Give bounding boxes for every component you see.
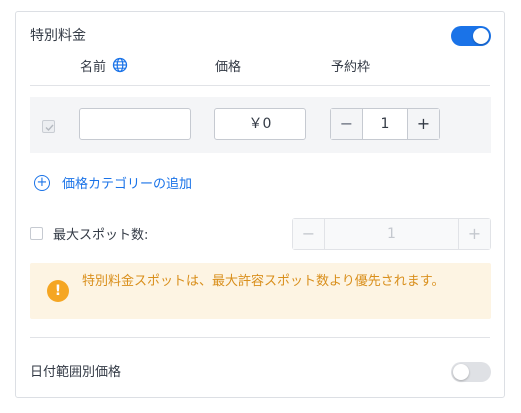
- quota-increment-button[interactable]: +: [407, 109, 439, 139]
- notice-text: 特別料金スポットは、最大許容スポット数より優先されます。: [82, 274, 445, 289]
- pricing-row: ￥0 − 1 +: [30, 97, 491, 153]
- date-range-pricing-toggle[interactable]: [451, 362, 491, 382]
- quota-value[interactable]: 1: [363, 109, 407, 139]
- date-range-pricing-label: 日付範囲別価格: [30, 365, 122, 380]
- max-spots-label: 最大スポット数:: [53, 228, 149, 243]
- quota-decrement-button[interactable]: −: [331, 109, 363, 139]
- toggle-knob: [473, 28, 489, 44]
- special-pricing-title: 特別料金: [30, 28, 86, 44]
- divider: [30, 85, 490, 86]
- globe-icon[interactable]: [112, 57, 128, 73]
- divider: [30, 337, 490, 338]
- max-spots-checkbox[interactable]: [30, 227, 43, 240]
- row-checkbox[interactable]: [42, 120, 55, 133]
- max-spots-stepper: − 1 +: [292, 218, 491, 250]
- toggle-knob: [453, 364, 469, 380]
- column-header-quota: 予約枠: [331, 60, 371, 75]
- add-price-category-label: 価格カテゴリーの追加: [62, 177, 193, 192]
- add-circle-icon: +: [34, 174, 50, 191]
- column-header-name: 名前: [80, 60, 107, 75]
- priority-notice: ! 特別料金スポットは、最大許容スポット数より優先されます。: [30, 263, 491, 319]
- price-input[interactable]: ￥0: [214, 108, 306, 140]
- special-pricing-toggle[interactable]: [451, 26, 491, 46]
- max-spots-value[interactable]: 1: [325, 219, 458, 249]
- name-input[interactable]: [79, 108, 191, 140]
- pricing-panel: 特別料金 名前 価格 予約枠 ￥0 − 1 + + 価格カテゴリーの追加 最大ス…: [15, 11, 505, 398]
- column-header-price: 価格: [215, 60, 242, 75]
- max-spots-increment-button[interactable]: +: [458, 219, 490, 249]
- quota-stepper: − 1 +: [330, 108, 440, 140]
- max-spots-decrement-button[interactable]: −: [293, 219, 325, 249]
- warning-icon: !: [47, 280, 69, 302]
- check-icon: [45, 124, 54, 132]
- add-price-category-link[interactable]: + 価格カテゴリーの追加: [34, 173, 192, 192]
